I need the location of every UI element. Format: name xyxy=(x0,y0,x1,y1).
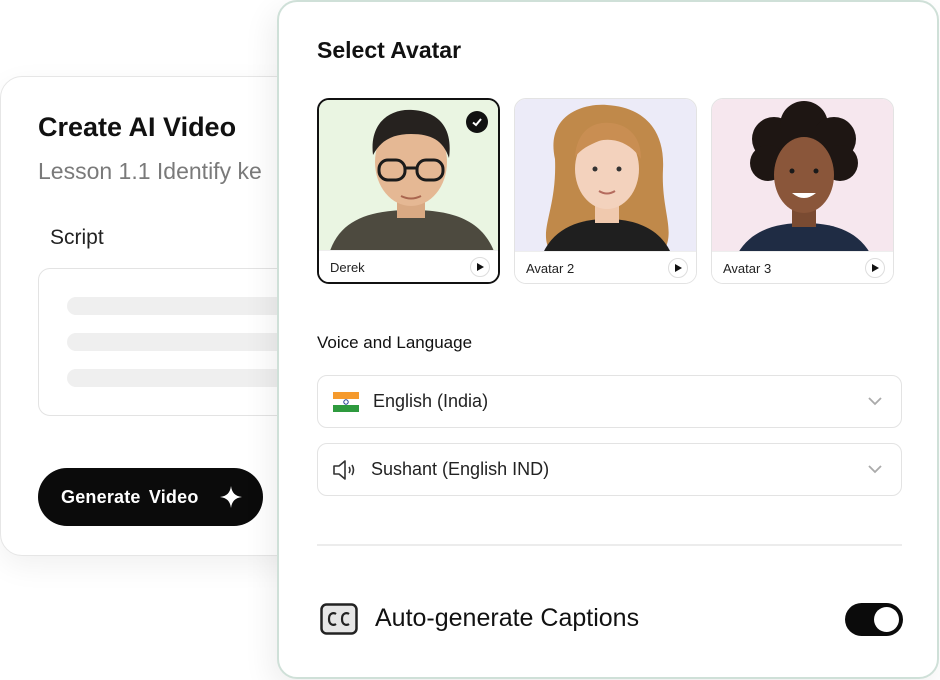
avatar-card-derek[interactable]: Derek xyxy=(317,98,500,284)
speaker-icon xyxy=(333,460,355,480)
play-icon[interactable] xyxy=(470,257,490,277)
generate-video-button[interactable]: Generate Video xyxy=(38,468,263,526)
auto-captions-toggle[interactable] xyxy=(845,603,903,636)
avatar-name: Avatar 2 xyxy=(526,261,575,276)
language-value: English (India) xyxy=(373,391,489,411)
closed-captions-icon xyxy=(320,603,358,635)
play-icon[interactable] xyxy=(668,258,688,278)
avatar-name: Derek xyxy=(330,260,365,275)
avatar-footer: Derek xyxy=(319,250,498,282)
toggle-knob xyxy=(874,607,899,632)
chevron-down-icon xyxy=(868,397,882,406)
avatar-card-avatar-2[interactable]: Avatar 2 xyxy=(514,98,697,284)
play-icon[interactable] xyxy=(865,258,885,278)
selected-check-icon xyxy=(466,111,488,133)
create-video-title: Create AI Video xyxy=(38,112,237,142)
select-avatar-title: Select Avatar xyxy=(317,37,462,63)
script-label: Script xyxy=(50,226,104,249)
avatar-footer: Avatar 3 xyxy=(712,251,893,283)
india-flag-icon xyxy=(333,392,359,412)
avatar-photo xyxy=(712,99,893,253)
voice-select[interactable]: Sushant (English IND) xyxy=(317,443,902,496)
lesson-subtitle: Lesson 1.1 Identify ke xyxy=(38,158,262,184)
voice-language-label: Voice and Language xyxy=(317,333,473,352)
avatar-card-avatar-3[interactable]: Avatar 3 xyxy=(711,98,894,284)
auto-captions-label: Auto-generate Captions xyxy=(375,604,640,632)
generate-video-label: Generate Video xyxy=(61,486,199,507)
divider xyxy=(317,544,902,546)
voice-value: Sushant (English IND) xyxy=(371,459,550,479)
avatar-name: Avatar 3 xyxy=(723,261,772,276)
avatar-settings-panel: Select Avatar Derek Avatar 2 Avatar 3 Vo… xyxy=(277,0,939,679)
avatar-footer: Avatar 2 xyxy=(515,251,696,283)
chevron-down-icon xyxy=(868,465,882,474)
sparkle-icon xyxy=(220,486,242,508)
avatar-photo xyxy=(515,99,696,253)
language-select[interactable]: English (India) xyxy=(317,375,902,428)
